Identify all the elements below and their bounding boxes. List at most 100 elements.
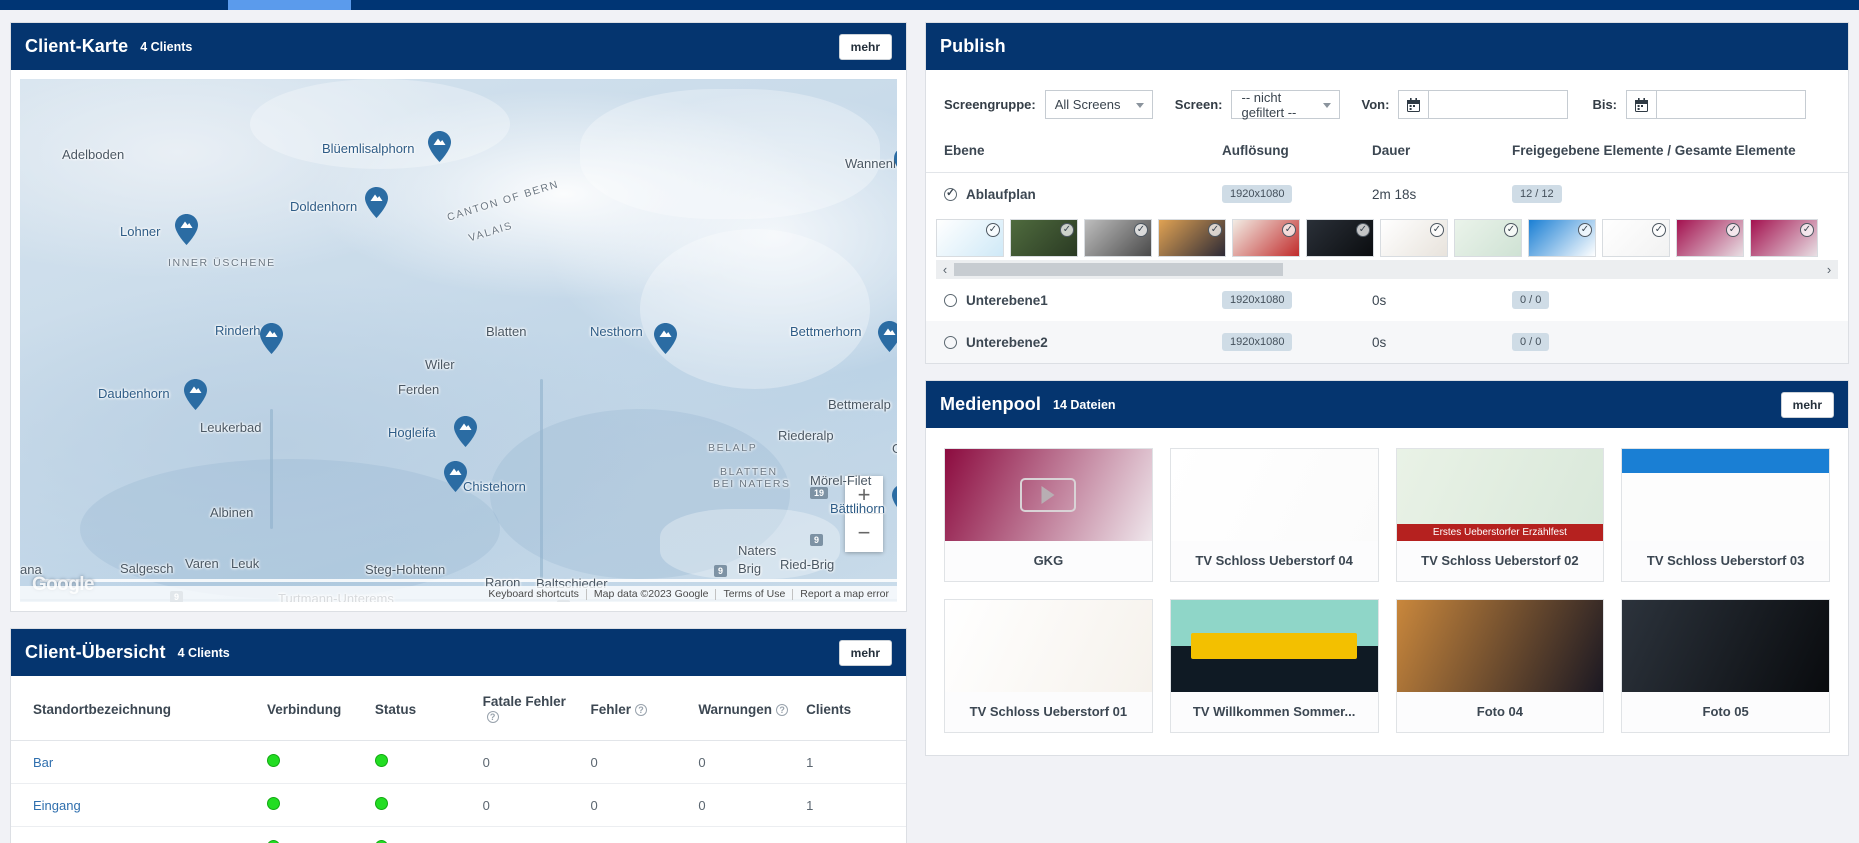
publish-layer-name-cell[interactable]: Unterebene1 <box>926 279 1216 321</box>
check-circle-icon[interactable]: ✓ <box>1578 223 1592 237</box>
playlist-thumbnail[interactable]: ✓ <box>1084 219 1152 257</box>
map-mountain-marker-icon[interactable] <box>444 461 467 492</box>
scroll-right-arrow-icon[interactable]: › <box>1820 262 1838 277</box>
media-thumbnail[interactable] <box>1396 600 1604 692</box>
map-credit-item[interactable]: Report a map error <box>793 588 889 600</box>
playlist-thumbnail[interactable]: ✓ <box>1380 219 1448 257</box>
client-location-cell[interactable]: Training <box>11 826 259 843</box>
client-overview-column-header: Fehler? <box>582 676 691 741</box>
check-circle-icon[interactable]: ✓ <box>1430 223 1444 237</box>
client-overview-body: Bar0001Eingang0001Training0001 <box>11 740 906 843</box>
media-badge: Erstes Ueberstorfer Erzählfest <box>1396 524 1604 541</box>
client-location-link[interactable]: Bar <box>33 755 53 770</box>
map-attribution[interactable]: Keyboard shortcuts Map data ©2023 Google T… <box>20 586 897 602</box>
table-row[interactable]: Bar 0 0 0 1 <box>11 740 906 784</box>
map-credit-item[interactable]: Keyboard shortcuts <box>481 588 587 600</box>
medienpool-more-button[interactable]: mehr <box>1780 391 1834 418</box>
publish-layer-name-cell[interactable]: Ablaufplan <box>926 173 1216 216</box>
media-card[interactable]: TV Schloss Ueberstorf 01 <box>944 599 1153 733</box>
screen-select[interactable]: -- nicht gefiltert -- <box>1231 90 1340 120</box>
help-icon[interactable]: ? <box>776 703 789 716</box>
google-map[interactable]: Google + − Adelboden Blüemlisalphorn Lohne… <box>20 79 897 602</box>
map-mountain-marker-icon[interactable] <box>175 214 198 245</box>
check-circle-icon[interactable]: ✓ <box>1134 223 1148 237</box>
map-zoom-out-button[interactable]: − <box>845 514 883 552</box>
playlist-thumbnail[interactable]: ✓ <box>1454 219 1522 257</box>
playlist-thumbnail[interactable]: ✓ <box>1232 219 1300 257</box>
check-circle-icon[interactable] <box>944 186 957 201</box>
media-card[interactable]: Foto 05 <box>1621 599 1830 733</box>
check-circle-icon[interactable]: ✓ <box>1208 223 1222 237</box>
media-card[interactable]: Foto 04 <box>1395 599 1605 733</box>
check-circle-icon[interactable]: ✓ <box>1504 223 1518 237</box>
table-row[interactable]: Eingang 0 0 0 1 <box>11 783 906 827</box>
media-thumbnail[interactable] <box>1170 449 1378 541</box>
thumbnail-scrollbar[interactable]: ‹ › <box>936 260 1838 279</box>
empty-circle-icon[interactable] <box>944 293 957 307</box>
scrollbar-track[interactable] <box>954 263 1820 276</box>
map-mountain-marker-icon[interactable] <box>878 321 897 352</box>
playlist-thumbnail[interactable]: ✓ <box>1158 219 1226 257</box>
thumbnail-strip[interactable]: ✓ ✓ ✓ ✓ ✓ ✓ ✓ ✓ ✓ ✓ ✓ ✓ <box>926 215 1848 257</box>
publish-layer-row[interactable]: Unterebene2 1920x1080 0s 0 / 0 <box>926 321 1848 363</box>
client-location-cell[interactable]: Eingang <box>11 783 259 827</box>
media-card[interactable]: TV Schloss Ueberstorf 03 <box>1621 448 1830 582</box>
check-circle-icon[interactable]: ✓ <box>1282 223 1296 237</box>
playlist-thumbnail[interactable]: ✓ <box>1010 219 1078 257</box>
client-location-cell[interactable]: Bar <box>11 740 259 784</box>
media-thumbnail[interactable] <box>945 600 1152 692</box>
map-credit-item[interactable]: Map data ©2023 Google <box>587 588 717 600</box>
client-map-subtitle: 4 Clients <box>140 39 193 54</box>
media-thumbnail[interactable] <box>1170 600 1378 692</box>
publish-layer-name-cell[interactable]: Unterebene2 <box>926 321 1216 363</box>
client-overview-more-button[interactable]: mehr <box>838 639 892 666</box>
map-mountain-marker-icon[interactable] <box>260 323 283 354</box>
map-mountain-marker-icon[interactable] <box>365 187 388 218</box>
empty-circle-icon[interactable] <box>944 335 957 349</box>
client-map-more-button[interactable]: mehr <box>838 33 892 60</box>
check-circle-icon[interactable]: ✓ <box>1060 223 1074 237</box>
table-row[interactable]: Training0001 <box>11 826 906 843</box>
playlist-thumbnail[interactable]: ✓ <box>936 219 1004 257</box>
playlist-thumbnail[interactable]: ✓ <box>1750 219 1818 257</box>
status-cell <box>366 740 475 784</box>
playlist-thumbnail[interactable]: ✓ <box>1602 219 1670 257</box>
calendar-icon[interactable] <box>1398 90 1429 119</box>
media-card[interactable]: GKG <box>944 448 1153 582</box>
help-icon[interactable]: ? <box>635 703 647 716</box>
help-icon[interactable]: ? <box>486 711 499 723</box>
media-thumbnail[interactable] <box>1622 449 1829 541</box>
playlist-thumbnail[interactable]: ✓ <box>1528 219 1596 257</box>
calendar-icon[interactable] <box>1626 90 1656 119</box>
media-thumbnail[interactable] <box>945 449 1152 541</box>
playlist-thumbnail[interactable]: ✓ <box>1306 219 1374 257</box>
map-mountain-marker-icon[interactable] <box>892 484 897 515</box>
media-thumbnail[interactable]: Erstes Ueberstorfer Erzählfest <box>1396 449 1604 541</box>
active-tab-indicator[interactable] <box>228 0 351 10</box>
media-card[interactable]: TV Willkommen Sommer... <box>1169 599 1379 733</box>
bis-date-input[interactable] <box>1656 90 1806 119</box>
scrollbar-thumb[interactable] <box>954 263 1284 276</box>
map-mountain-marker-icon[interactable] <box>894 147 897 178</box>
map-mountain-marker-icon[interactable] <box>654 323 677 354</box>
check-circle-icon[interactable]: ✓ <box>1726 223 1740 237</box>
media-caption: TV Willkommen Sommer... <box>1192 704 1356 719</box>
map-credit-item[interactable]: Terms of Use <box>716 588 794 600</box>
publish-layer-row[interactable]: Ablaufplan 1920x1080 2m 18s 12 / 12 <box>926 173 1848 216</box>
playlist-thumbnail[interactable]: ✓ <box>1676 219 1744 257</box>
check-circle-icon[interactable]: ✓ <box>1652 223 1666 237</box>
check-circle-icon[interactable]: ✓ <box>1356 223 1370 237</box>
media-card[interactable]: TV Schloss Ueberstorf 04 <box>1169 448 1379 582</box>
map-mountain-marker-icon[interactable] <box>184 379 207 410</box>
check-circle-icon[interactable]: ✓ <box>1800 223 1814 237</box>
screengruppe-select[interactable]: All Screens <box>1044 90 1153 119</box>
media-card[interactable]: Erstes Ueberstorfer Erzählfest TV Schloss… <box>1395 448 1605 582</box>
scroll-left-arrow-icon[interactable]: ‹ <box>936 262 954 277</box>
von-date-input[interactable] <box>1428 90 1569 119</box>
check-circle-icon[interactable]: ✓ <box>986 223 1000 237</box>
map-mountain-marker-icon[interactable] <box>454 416 477 447</box>
media-thumbnail[interactable] <box>1622 600 1829 692</box>
client-location-link[interactable]: Eingang <box>33 798 81 813</box>
map-mountain-marker-icon[interactable] <box>428 131 451 162</box>
publish-layer-row[interactable]: Unterebene1 1920x1080 0s 0 / 0 <box>926 279 1848 321</box>
